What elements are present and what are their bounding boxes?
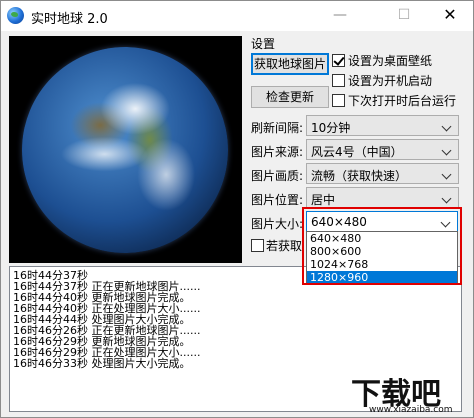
refresh-interval-label: 刷新间隔: bbox=[251, 121, 304, 135]
image-source-label: 图片来源: bbox=[251, 145, 304, 159]
window-title: 实时地球 2.0 bbox=[31, 12, 108, 27]
minimize-button[interactable]: — bbox=[323, 1, 357, 31]
title-bar[interactable]: 实时地球 2.0 — ☐ ✕ bbox=[1, 1, 473, 31]
app-window: 实时地球 2.0 — ☐ ✕ 设置 获取地球图片 检查更新 设置为桌面壁纸 设置… bbox=[0, 0, 474, 418]
log-line: 16时46分33秒 处理图片大小完成。 bbox=[13, 357, 191, 370]
image-source-select[interactable]: 风云4号（中国） bbox=[306, 139, 459, 160]
image-size-label: 图片大小: bbox=[251, 217, 304, 231]
watermark-url: www.xiazaiba.com bbox=[369, 405, 453, 415]
image-quality-select[interactable]: 流畅（获取快速） bbox=[306, 163, 459, 184]
image-source-value: 风云4号（中国） bbox=[311, 145, 403, 159]
settings-group-title: 设置 bbox=[251, 37, 276, 51]
annotation-highlight-box bbox=[302, 207, 462, 285]
chevron-down-icon bbox=[441, 145, 452, 156]
chevron-down-icon bbox=[441, 121, 452, 132]
watermark-logo: 下载吧 www.xiazaiba.com bbox=[351, 369, 471, 417]
partial-checkbox-label: 若获取 bbox=[266, 239, 303, 253]
image-position-label: 图片位置: bbox=[251, 193, 304, 207]
chevron-down-icon bbox=[441, 193, 452, 204]
earth-app-icon bbox=[7, 7, 24, 24]
background-run-label: 下次打开时后台运行 bbox=[348, 94, 457, 108]
image-quality-label: 图片画质: bbox=[251, 169, 304, 183]
refresh-interval-value: 10分钟 bbox=[311, 121, 351, 135]
image-position-select[interactable]: 居中 bbox=[306, 187, 459, 208]
refresh-interval-select[interactable]: 10分钟 bbox=[306, 115, 459, 136]
set-wallpaper-checkbox[interactable] bbox=[332, 54, 345, 67]
check-update-button[interactable]: 检查更新 bbox=[251, 86, 329, 108]
close-button[interactable]: ✕ bbox=[433, 1, 467, 31]
set-wallpaper-label: 设置为桌面壁纸 bbox=[348, 54, 433, 68]
chevron-down-icon bbox=[441, 169, 452, 180]
fetch-earth-image-button[interactable]: 获取地球图片 bbox=[251, 53, 329, 75]
image-quality-value: 流畅（获取快速） bbox=[311, 169, 408, 183]
startup-label: 设置为开机启动 bbox=[348, 74, 433, 88]
earth-preview bbox=[9, 36, 242, 263]
startup-checkbox[interactable] bbox=[332, 74, 345, 87]
background-run-checkbox[interactable] bbox=[332, 94, 345, 107]
partial-checkbox[interactable] bbox=[251, 239, 264, 252]
earth-image bbox=[22, 47, 228, 253]
maximize-button[interactable]: ☐ bbox=[387, 1, 421, 31]
image-position-value: 居中 bbox=[311, 193, 336, 207]
